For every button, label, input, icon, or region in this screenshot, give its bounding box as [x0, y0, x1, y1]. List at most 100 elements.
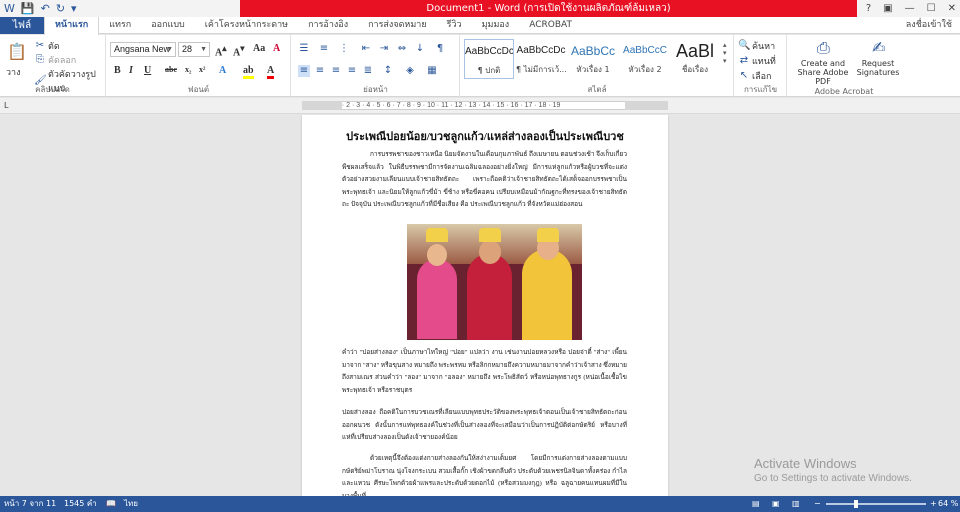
align-center-icon[interactable]: ≡ [314, 65, 326, 77]
help-icon[interactable]: ? [866, 0, 871, 17]
font-color-button[interactable]: A [267, 65, 275, 79]
tab-layout[interactable]: เค้าโครงหน้ากระดาษ [195, 17, 298, 35]
tab-review[interactable]: รีวิว [437, 17, 472, 35]
cursor-icon: ↖ [739, 70, 749, 81]
language-indicator[interactable]: ไทย [124, 496, 138, 512]
bold-button[interactable]: B [114, 65, 121, 76]
borders-icon[interactable]: ▦ [426, 65, 438, 77]
select-button[interactable]: ↖ เลือก [738, 69, 772, 83]
font-label: ฟอนต์ [187, 85, 210, 94]
italic-button[interactable]: I [129, 65, 133, 76]
paragraph-2: คำว่า "ปอยส่างลอง" เป็นภาษาไทใหญ่ "ปอย" … [342, 349, 627, 394]
style-normal[interactable]: AaBbCcDc ¶ ปกติ [464, 39, 514, 79]
highlight-button[interactable]: ab [243, 65, 254, 79]
minimize-button[interactable]: — [905, 0, 915, 17]
increase-indent-icon[interactable]: ⇥ [378, 43, 390, 55]
line-spacing-icon[interactable]: ↕ [382, 65, 394, 77]
styles-group: AaBbCcDc ¶ ปกติ AaBbCcDc ¶ ไม่มีการเว้..… [461, 35, 734, 97]
styles-more-icon[interactable]: ▴ ▾ ▾ [723, 41, 727, 65]
tab-mailings[interactable]: การส่งจดหมาย [358, 17, 437, 35]
print-layout-icon[interactable]: ▣ [772, 496, 780, 512]
pdf-icon: ⎙ [817, 38, 830, 57]
save-icon[interactable]: 💾 [21, 1, 35, 16]
change-case-icon[interactable]: Aa [253, 43, 265, 54]
style-heading-1[interactable]: AaBbCc หัวเรื่อง 1 [568, 39, 618, 79]
customize-qat-icon[interactable]: ▾ [71, 1, 77, 16]
paragraph-label: ย่อหน้า [363, 85, 388, 94]
ruler-scale[interactable]: · 2 · 1 · · · 1 · 2 · 3 · 4 · 5 · 6 · 7 … [302, 101, 668, 110]
find-button[interactable]: 🔍 ค้นหา [738, 39, 775, 53]
close-button[interactable]: ✕ [948, 0, 956, 17]
replace-icon: ⇄ [739, 55, 749, 66]
clipboard-label: คลิปบอร์ด [35, 85, 70, 94]
subscript-button[interactable]: x₂ [185, 65, 191, 74]
maximize-button[interactable]: ☐ [927, 0, 936, 17]
activate-windows-watermark: Activate Windows Go to Settings to activ… [754, 456, 912, 484]
justify-icon[interactable]: ≡ [346, 65, 358, 77]
grow-font-icon[interactable]: A▴ [215, 43, 226, 58]
style-heading-2[interactable]: AaBbCcC หัวเรื่อง 2 [620, 39, 670, 79]
align-left-icon[interactable]: ≡ [298, 65, 310, 77]
tab-file[interactable]: ไฟล์ [0, 17, 44, 34]
tab-home[interactable]: หน้าแรก [44, 17, 100, 35]
undo-icon[interactable]: ↶ [41, 1, 50, 16]
tab-references[interactable]: การอ้างอิง [298, 17, 358, 35]
document-heading: ประเพณีปอยน้อย/บวชลูกแก้ว/แหล่ส่างลองเป็… [346, 131, 624, 143]
thai-justify-icon[interactable]: ≣ [362, 65, 374, 77]
zoom-out-icon[interactable]: − [814, 496, 821, 512]
numbering-icon[interactable]: ≡ [318, 43, 330, 55]
page-count[interactable]: หน้า 7 จาก 11 [4, 496, 56, 512]
superscript-button[interactable]: x² [199, 65, 205, 74]
tab-selector[interactable]: L [4, 101, 8, 110]
shrink-font-icon[interactable]: A▾ [233, 43, 244, 58]
cut-button[interactable]: ✂ ตัด [34, 39, 60, 53]
ribbon-display-icon[interactable]: ▣ [883, 0, 892, 17]
paragraph-1: การบรรพชาของชาวเหนือ นิยมจัดงานในเดือนกุ… [342, 151, 627, 208]
thai-distribute-icon[interactable]: ⇔ [396, 43, 408, 55]
horizontal-ruler: L · 2 · 1 · · · 1 · 2 · 3 · 4 · 5 · 6 · … [0, 98, 960, 114]
acrobat-label: Adobe Acrobat [814, 87, 874, 96]
decrease-indent-icon[interactable]: ⇤ [360, 43, 372, 55]
underline-button[interactable]: U [144, 65, 151, 76]
create-share-pdf-button[interactable]: ⎙ Create and Share Adobe PDF [790, 38, 856, 87]
font-size-combo[interactable]: 28 ▼ [178, 42, 210, 57]
zoom-slider[interactable] [826, 500, 926, 508]
styles-label: สไตล์ [587, 85, 607, 94]
zoom-level[interactable]: 64 % [938, 496, 958, 512]
zoom-slider-thumb[interactable] [854, 500, 858, 508]
signature-icon: ✍ [872, 38, 886, 57]
font-name-combo[interactable]: Angsana New ▼ [110, 42, 176, 57]
replace-button[interactable]: ⇄ แทนที่ [738, 54, 776, 68]
redo-icon[interactable]: ↻ [56, 1, 65, 16]
sort-icon[interactable]: ↓ [414, 43, 426, 55]
ruler-left-margin [302, 101, 342, 110]
bullets-icon[interactable]: ☰ [298, 43, 310, 55]
read-mode-icon[interactable]: ▤ [752, 496, 760, 512]
document-canvas[interactable]: ประเพณีปอยน้อย/บวชลูกแก้ว/แหล่ส่างลองเป็… [0, 115, 960, 496]
zoom-in-icon[interactable]: + [930, 496, 937, 512]
request-signatures-button[interactable]: ✍ Request Signatures [856, 38, 900, 78]
web-layout-icon[interactable]: ▥ [792, 496, 800, 512]
style-no-spacing[interactable]: AaBbCcDc ¶ ไม่มีการเว้... [516, 39, 566, 79]
paragraph-group: ☰ ≡ ⋮ ⇤ ⇥ ⇔ ↓ ¶ ≡ ≡ ≡ ≡ ≣ ↕ ◈ ▦ ย่อหน้า [292, 35, 460, 97]
tab-design[interactable]: ออกแบบ [141, 17, 195, 35]
text-effects-button[interactable]: A [219, 65, 226, 76]
multilevel-list-icon[interactable]: ⋮ [338, 43, 350, 55]
chevron-down-icon: ▼ [166, 46, 173, 53]
shading-icon[interactable]: ◈ [404, 65, 416, 77]
clear-format-icon[interactable]: A [273, 43, 280, 54]
tab-acrobat[interactable]: ACROBAT [519, 17, 582, 35]
word-count[interactable]: 1545 คำ [64, 496, 97, 512]
strikethrough-button[interactable]: abc [165, 65, 177, 74]
copy-button[interactable]: ⎘ คัดลอก [34, 53, 76, 67]
status-bar: หน้า 7 จาก 11 1545 คำ 📖 ไทย ▤ ▣ ▥ − + 64… [0, 496, 960, 512]
pilcrow-icon[interactable]: ¶ [434, 43, 446, 55]
style-title[interactable]: AaBl ชื่อเรื่อง [670, 39, 720, 79]
align-right-icon[interactable]: ≡ [330, 65, 342, 77]
paste-button[interactable]: 📋 วาง [6, 41, 27, 79]
document-page[interactable]: ประเพณีปอยน้อย/บวชลูกแก้ว/แหล่ส่างลองเป็… [302, 115, 668, 496]
proofing-icon[interactable]: 📖 [106, 496, 116, 512]
tab-view[interactable]: มุมมอง [472, 17, 520, 35]
sign-in-link[interactable]: ลงชื่อเข้าใช้ [906, 17, 952, 34]
tab-insert[interactable]: แทรก [99, 17, 141, 35]
